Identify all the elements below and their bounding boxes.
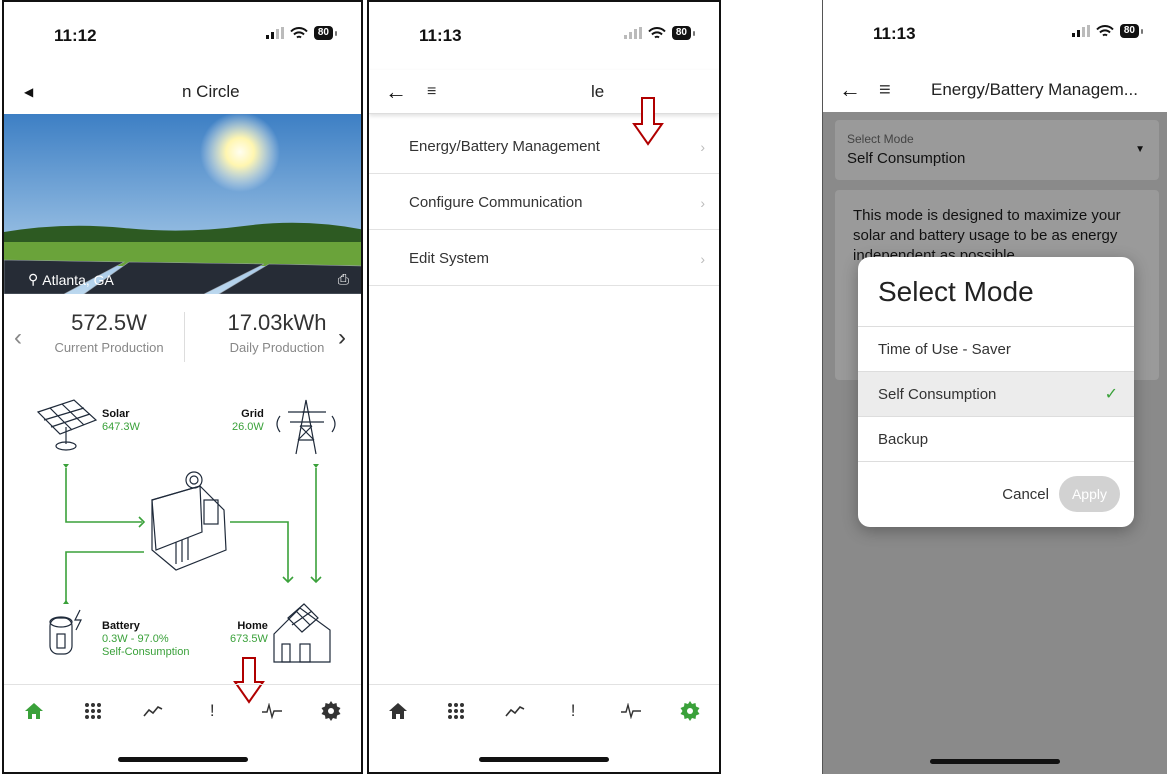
battery-node-label: Battery 0.3W - 97.0% Self-Consumption [102,620,190,658]
page-title: n Circle [182,82,240,101]
house-icon [273,603,331,663]
chevron-right-icon: › [700,194,705,211]
menu-icon[interactable]: ≡ [879,79,891,102]
trend-chart-icon[interactable] [499,695,531,727]
mode-select-dropdown[interactable]: Select Mode Self Consumption ▼ [835,120,1159,180]
back-arrow-icon[interactable]: ← [385,79,407,105]
location-pin-icon: ⚲ [28,271,39,287]
daily-production: 17.03kWh Daily Production [227,310,327,355]
home-tab-icon[interactable] [382,695,414,727]
cancel-button[interactable]: Cancel [1002,486,1049,503]
grid-node-label: Grid 26.0W [232,408,264,433]
status-time: 11:13 [873,24,916,43]
app-header: ← ≡ le [369,70,719,114]
wifi-icon [1096,24,1114,36]
energy-flow-diagram: Solar 647.3W Grid 26.0W Battery 0.3W - 97.0… [4,382,361,692]
battery-node-icon [49,609,82,655]
menu-icon[interactable]: ≡ [427,83,436,101]
page-title: Energy/Battery Managem... [931,80,1138,99]
inverter-icon [151,471,227,571]
menu-item-edit-system[interactable]: Edit System › [369,232,719,286]
signal-icon [1071,25,1090,37]
home-node-label: Home 673.5W [230,620,268,645]
pulse-icon[interactable] [256,695,288,727]
bottom-tab-bar: ! [4,684,361,736]
status-bar: 11:13 80 [823,0,1167,68]
home-indicator [117,757,248,762]
app-header: ◀ n Circle [4,70,361,114]
menu-item-configure-communication[interactable]: Configure Communication › [369,176,719,230]
menu-item-energy-battery[interactable]: Energy/Battery Management › [369,120,719,174]
gear-icon[interactable] [674,695,706,727]
pulse-icon[interactable] [615,695,647,727]
select-label: Select Mode [847,132,914,146]
wifi-icon [648,26,666,38]
home-indicator [479,757,609,762]
checkmark-icon: ✓ [1104,386,1118,403]
current-production: 572.5W Current Production [54,310,164,355]
back-arrow-icon[interactable]: ← [839,77,861,103]
dialog-footer: Cancel Apply [858,462,1134,526]
production-stats: ‹ 572.5W Current Production 17.03kWh Dai… [4,302,361,372]
status-time: 11:12 [54,26,97,45]
option-backup[interactable]: Backup [858,417,1134,462]
alert-icon[interactable]: ! [196,695,228,727]
option-time-of-use-saver[interactable]: Time of Use - Saver [858,327,1134,372]
bottom-tab-bar: ! [369,684,719,736]
camera-icon[interactable]: ⎙ [338,271,349,288]
app-header: ← ≡ Energy/Battery Managem... [823,68,1167,112]
select-value: Self Consumption [847,150,966,167]
solar-node-label: Solar 647.3W [102,408,140,433]
alert-icon[interactable]: ! [557,695,589,727]
status-time: 11:13 [419,26,462,45]
phone-screen-home: 11:12 80 ◀ n Circle ⚲ Atlanta, GA ⎙ ‹ 57… [2,0,363,774]
option-self-consumption[interactable]: Self Consumption ✓ [858,372,1134,417]
chevron-left-icon[interactable]: ‹ [14,324,22,352]
dialog-title: Select Mode [858,257,1134,327]
phone-screen-select-mode: 11:13 80 ← ≡ Energy/Battery Managem... S… [822,0,1167,774]
select-mode-dialog: Select Mode Time of Use - Saver Self Con… [858,257,1134,527]
solar-panel-icon [36,399,98,451]
phone-screen-settings: 11:13 80 ← ≡ le Energy/Battery Managemen… [367,0,721,774]
battery-icon: 80 [1119,24,1143,38]
status-bar: 11:12 80 [4,2,361,70]
apply-button[interactable]: Apply [1058,476,1120,512]
location-label: ⚲ Atlanta, GA [28,271,114,288]
power-tower-icon [276,399,336,455]
annotation-arrow-icon [632,97,664,146]
grid-apps-icon[interactable] [440,695,472,727]
chevron-right-icon[interactable]: › [338,324,346,352]
home-tab-icon[interactable] [18,695,50,727]
signal-icon [265,27,284,39]
battery-icon: 80 [313,26,337,40]
trend-chart-icon[interactable] [137,695,169,727]
gear-icon[interactable] [315,695,347,727]
home-indicator [930,759,1060,764]
system-photo: ⚲ Atlanta, GA ⎙ [4,114,361,294]
grid-apps-icon[interactable] [77,695,109,727]
chevron-right-icon: › [700,138,705,155]
page-title: le [591,81,605,101]
signal-icon [623,27,642,39]
battery-icon: 80 [671,26,695,40]
wifi-icon [290,26,308,38]
status-bar: 11:13 80 [369,2,719,70]
back-arrow-icon[interactable]: ◀ [24,85,33,99]
dropdown-caret-icon: ▼ [1135,144,1145,155]
chevron-right-icon: › [700,250,705,267]
